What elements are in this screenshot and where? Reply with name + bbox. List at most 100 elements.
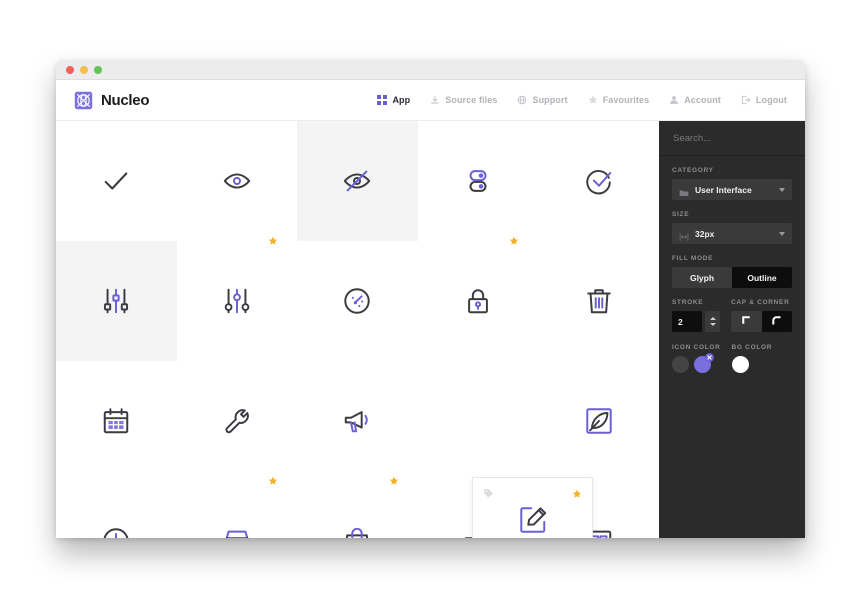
size-select[interactable]: 32px (672, 223, 792, 244)
square-corner-button[interactable] (731, 311, 762, 332)
cap-corner-segmented (731, 311, 792, 332)
icon-cell-calendar[interactable] (56, 361, 177, 481)
bg-color-swatch-white[interactable] (731, 356, 749, 373)
icon-grid (56, 121, 659, 538)
cap-corner-group: CAP & CORNER (731, 299, 792, 332)
fill-mode-segmented: Glyph Outline (672, 267, 792, 288)
grid-icon (377, 95, 388, 105)
stroke-value[interactable]: 2 (672, 311, 702, 332)
icon-cell-leaf[interactable] (538, 361, 659, 481)
nav-item-account[interactable]: Account (669, 95, 721, 105)
icon-grid-panel: HTML PNG SVG (56, 121, 659, 538)
star-icon (588, 95, 598, 105)
chevron-down-icon (779, 231, 785, 236)
icon-cell-check[interactable] (56, 121, 177, 241)
nav-item-source-files-label: Source files (445, 95, 498, 105)
brand[interactable]: Nucleo (74, 91, 150, 110)
search-input[interactable] (671, 131, 793, 145)
fill-mode-label: FILL MODE (672, 255, 714, 262)
bg-color-label: BG COLOR (731, 344, 773, 351)
tag-icon[interactable] (483, 486, 494, 498)
icon-cell-megaphone[interactable] (297, 361, 418, 481)
brand-name: Nucleo (101, 91, 150, 109)
stroke-arrows[interactable] (705, 311, 720, 332)
icon-color-swatch-purple[interactable] (694, 353, 714, 373)
icon-cell-trash[interactable] (538, 241, 659, 361)
icon-cell-lock[interactable] (418, 236, 539, 361)
logout-icon (741, 95, 751, 105)
fill-mode-outline-button[interactable]: Outline (732, 267, 792, 288)
settings-panel: CATEGORY User Interface SIZE 32px FILL M… (659, 156, 805, 373)
window-minimize-button[interactable] (80, 65, 88, 74)
cap-corner-label: CAP & CORNER (731, 299, 790, 306)
settings-sidebar: CATEGORY User Interface SIZE (659, 121, 805, 538)
bg-color-swatches (731, 356, 773, 373)
icon-color-swatches (672, 353, 721, 373)
download-icon (430, 95, 440, 105)
window-close-button[interactable] (66, 65, 74, 74)
favourite-star-icon[interactable] (268, 236, 278, 246)
icon-cell-eye[interactable] (177, 121, 298, 241)
chevron-up-icon[interactable] (709, 317, 716, 320)
nucleo-logo-icon (74, 91, 93, 110)
nav-item-account-label: Account (684, 95, 721, 105)
color-row: ICON COLOR BG COLOR (672, 344, 792, 373)
icon-cell-toggles[interactable] (418, 121, 539, 241)
window-maximize-button[interactable] (94, 65, 102, 74)
favourite-star-icon[interactable] (389, 476, 399, 486)
chevron-down-icon[interactable] (709, 323, 716, 326)
icon-cell-gauge[interactable] (297, 241, 418, 361)
nav-item-support-label: Support (532, 95, 568, 105)
stroke-cap-row: STROKE 2 CAP & CORNER (672, 299, 792, 332)
icon-cell-wrench[interactable] (177, 361, 298, 481)
category-label: CATEGORY (672, 167, 714, 174)
category-select[interactable]: User Interface (672, 179, 792, 200)
chevron-down-icon (779, 187, 785, 192)
screenshot-root: Nucleo App Source files Support Favourit… (0, 0, 860, 608)
user-icon (669, 95, 679, 105)
window-titlebar (56, 60, 805, 80)
icon-cell-edit[interactable] (418, 361, 539, 481)
category-value: User Interface (695, 184, 752, 195)
nav-item-support[interactable]: Support (517, 95, 568, 105)
app-window: Nucleo App Source files Support Favourit… (56, 60, 805, 538)
size-value: 32px (695, 228, 715, 239)
nav-item-logout-label: Logout (755, 95, 787, 105)
icon-cell-sliders-vertical[interactable] (56, 241, 177, 361)
round-corner-button[interactable] (761, 311, 792, 332)
icon-cell-check-circle[interactable] (538, 121, 659, 241)
nav-item-logout[interactable]: Logout (741, 95, 787, 105)
app-header: Nucleo App Source files Support Favourit… (56, 80, 805, 121)
main-nav: App Source files Support Favourites Acco… (377, 95, 787, 105)
nav-item-source-files[interactable]: Source files (430, 95, 497, 105)
icon-color-group: ICON COLOR (672, 344, 721, 373)
clear-color-icon[interactable] (705, 353, 714, 362)
fill-mode-glyph-button[interactable]: Glyph (672, 267, 732, 288)
size-label: SIZE (672, 211, 690, 218)
nav-item-app[interactable]: App (377, 95, 410, 105)
globe-icon (517, 95, 527, 105)
icon-cell-clock[interactable] (56, 481, 177, 538)
favourite-star-icon[interactable] (572, 486, 582, 498)
stroke-stepper: 2 (672, 311, 720, 332)
stroke-label: STROKE (672, 299, 704, 306)
square-corner-icon (741, 313, 752, 331)
icon-cell-shopping-bag[interactable] (297, 476, 418, 538)
nav-item-app-label: App (392, 95, 411, 105)
icon-hover-preview (473, 478, 592, 538)
favourite-star-icon[interactable] (509, 236, 519, 246)
icon-color-swatch-dark[interactable] (672, 356, 689, 373)
nav-item-favourites[interactable]: Favourites (588, 95, 650, 105)
icon-cell-eye-off[interactable] (297, 121, 418, 241)
icon-cell-controls[interactable] (177, 236, 298, 361)
icon-color-label: ICON COLOR (672, 344, 721, 351)
bg-color-group: BG COLOR (731, 344, 773, 373)
stroke-group: STROKE 2 (672, 299, 720, 332)
edit-icon (518, 505, 548, 538)
app-body: HTML PNG SVG CATEGORY (56, 121, 805, 538)
favourite-star-icon[interactable] (268, 476, 278, 486)
search-bar[interactable] (659, 121, 805, 156)
icon-cell-shop[interactable] (177, 476, 298, 538)
folder-icon (679, 185, 689, 196)
round-corner-icon (771, 313, 782, 331)
